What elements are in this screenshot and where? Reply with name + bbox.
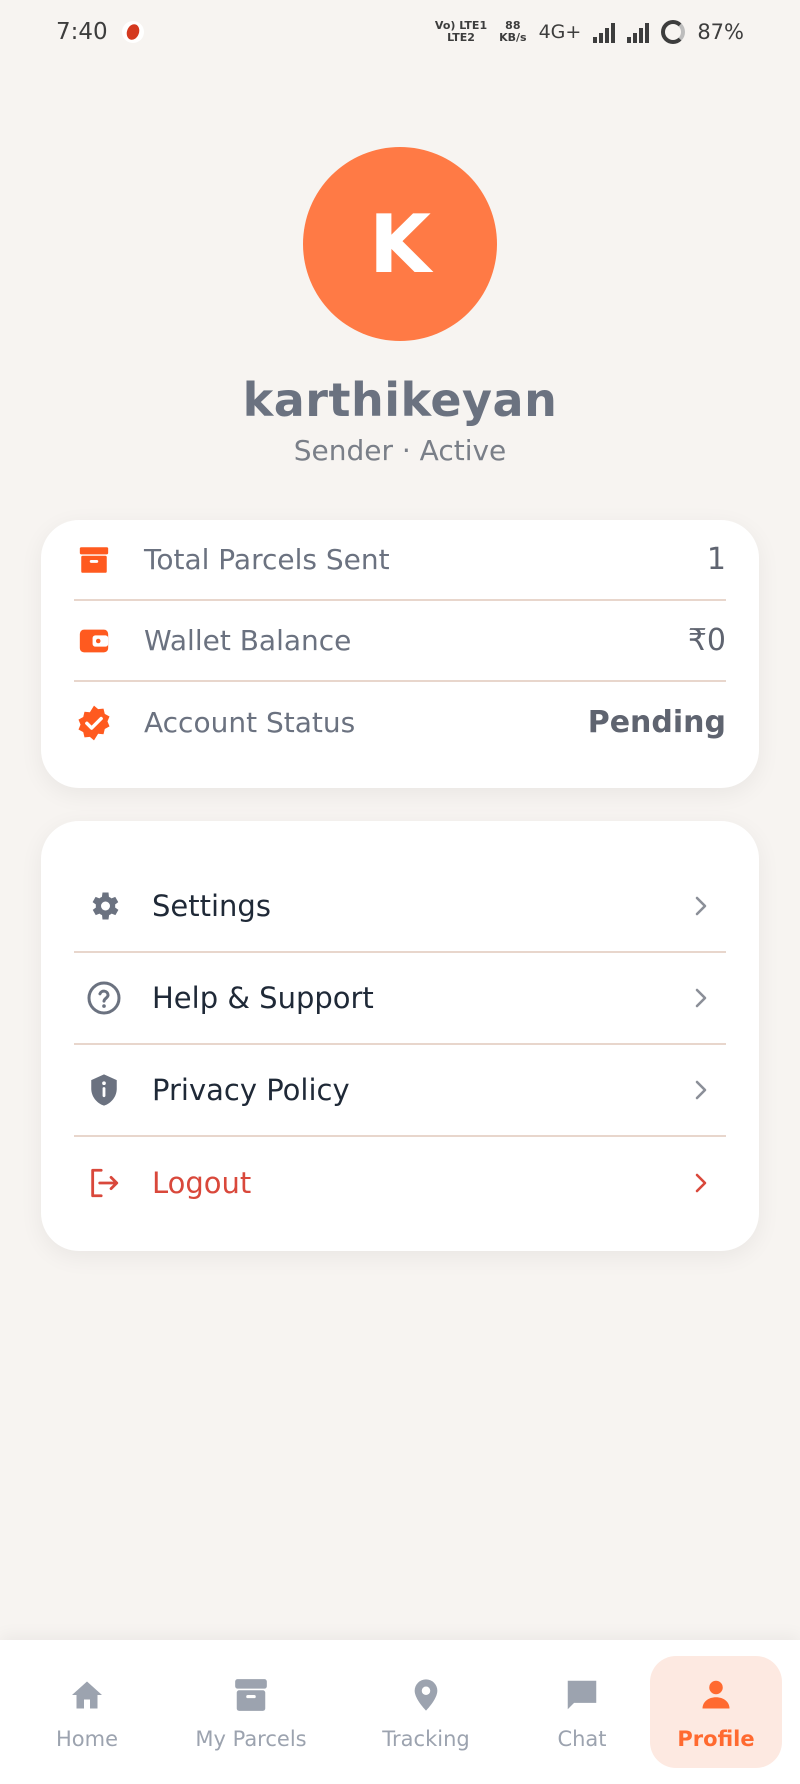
archive-icon (74, 540, 114, 580)
archive-icon (232, 1673, 270, 1717)
menu-card: Settings Help & Support Privacy Policy L… (41, 821, 759, 1251)
nav-label: Tracking (382, 1727, 470, 1751)
nav-label: Home (55, 1727, 118, 1751)
signal-icon (593, 21, 616, 43)
menu-label: Settings (152, 889, 271, 923)
nav-tracking[interactable]: Tracking (328, 1656, 524, 1768)
stat-value: 1 (706, 542, 726, 577)
menu-label: Logout (152, 1166, 252, 1200)
wallet-icon (74, 621, 114, 661)
network-speed: 88 KB/s (499, 20, 526, 44)
menu-item-help[interactable]: Help & Support (74, 953, 726, 1045)
stat-label: Wallet Balance (144, 624, 352, 657)
stat-value: ₹0 (687, 623, 726, 658)
logout-icon (82, 1161, 126, 1205)
lte2-label: LTE2 (447, 31, 475, 44)
nav-profile[interactable]: Profile (650, 1656, 782, 1768)
volte-indicator: Vo) LTE1 LTE2 (435, 20, 487, 44)
nav-label: My Parcels (195, 1727, 307, 1751)
chat-icon (562, 1673, 602, 1717)
profile-role-status: Sender · Active (293, 434, 507, 467)
nav-home[interactable]: Home (0, 1656, 174, 1768)
status-right: Vo) LTE1 LTE2 88 KB/s 4G+ 87% (435, 20, 744, 44)
bottom-nav: Home My Parcels Tracking Chat Profile (0, 1640, 800, 1784)
chevron-right-icon (686, 1172, 716, 1194)
menu-label: Privacy Policy (152, 1073, 350, 1107)
chevron-right-icon (686, 987, 716, 1009)
network-type: 4G+ (538, 21, 582, 43)
stat-row-wallet: Wallet Balance ₹0 (74, 601, 726, 682)
stats-card: Total Parcels Sent 1 Wallet Balance ₹0 A… (41, 520, 759, 788)
signal-icon-2 (627, 21, 650, 43)
menu-item-settings[interactable]: Settings (74, 861, 726, 953)
battery-percent: 87% (697, 20, 744, 44)
nav-label: Chat (557, 1727, 607, 1751)
help-circle-icon (82, 976, 126, 1020)
avatar-initial: K (369, 197, 431, 291)
gear-icon (82, 884, 126, 928)
avatar: K (303, 147, 497, 341)
home-icon (68, 1673, 106, 1717)
app-notification-icon (121, 21, 144, 43)
chevron-right-icon (686, 1079, 716, 1101)
person-icon (698, 1673, 734, 1717)
menu-item-logout[interactable]: Logout (74, 1137, 726, 1229)
profile-name: karthikeyan (242, 373, 558, 427)
menu-item-privacy[interactable]: Privacy Policy (74, 1045, 726, 1137)
status-time: 7:40 (56, 19, 108, 45)
speed-unit: KB/s (499, 31, 527, 44)
shield-info-icon (82, 1068, 126, 1112)
status-left: 7:40 (56, 19, 144, 45)
chevron-right-icon (686, 895, 716, 917)
nav-my-parcels[interactable]: My Parcels (174, 1656, 328, 1768)
stat-label: Total Parcels Sent (144, 543, 390, 576)
battery-icon (661, 20, 686, 44)
location-pin-icon (409, 1673, 443, 1717)
stat-row-account-status: Account Status Pending (74, 682, 726, 763)
stat-row-total-parcels: Total Parcels Sent 1 (74, 520, 726, 601)
nav-chat[interactable]: Chat (524, 1656, 640, 1768)
menu-label: Help & Support (152, 981, 374, 1015)
stat-value: Pending (587, 705, 726, 740)
nav-label: Profile (677, 1727, 755, 1751)
status-bar: 7:40 Vo) LTE1 LTE2 88 KB/s 4G+ 87% (0, 0, 800, 64)
verified-badge-icon (74, 703, 114, 743)
stat-label: Account Status (144, 706, 356, 739)
